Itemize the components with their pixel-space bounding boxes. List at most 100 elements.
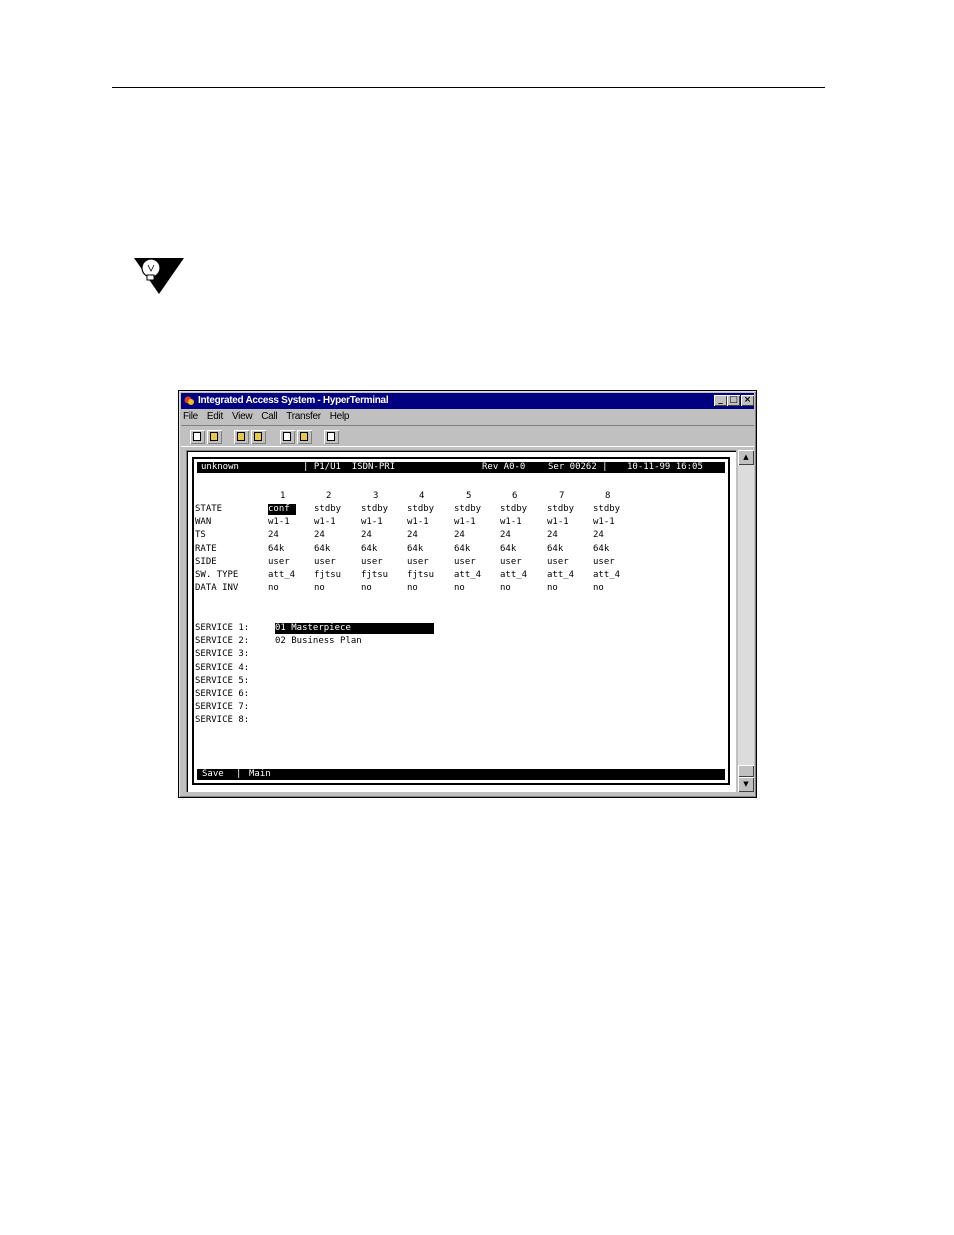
status-name: unknown: [201, 462, 239, 472]
menu-view[interactable]: View: [232, 411, 253, 422]
table-cell: 24: [407, 530, 418, 541]
row-label: WAN: [195, 517, 212, 528]
column-header: 6: [512, 491, 518, 501]
table-cell: w1-1: [547, 517, 569, 528]
table-cell: no: [547, 583, 558, 594]
command-line: Save | Main: [197, 769, 725, 780]
open-icon[interactable]: [207, 430, 222, 444]
table-cell: stdby: [500, 504, 528, 514]
table-cell: stdby: [361, 504, 389, 514]
service-label: SERVICE 6:: [195, 689, 250, 699]
table-cell: no: [407, 583, 418, 594]
service-label: SERVICE 8:: [195, 715, 250, 726]
table-cell: user: [361, 556, 383, 567]
table-cell: user: [500, 556, 522, 567]
menu-call[interactable]: Call: [261, 411, 277, 422]
table-cell: w1-1: [500, 517, 522, 528]
maximize-button[interactable]: □: [727, 395, 740, 406]
row-label: DATA INV: [195, 583, 239, 594]
hyperterminal-window: Integrated Access System - HyperTerminal…: [178, 390, 757, 798]
disconnect-icon[interactable]: [251, 430, 266, 444]
table-cell: no: [593, 583, 604, 594]
scroll-down-icon[interactable]: ▼: [738, 777, 754, 792]
properties-icon[interactable]: [324, 430, 339, 444]
minimize-button[interactable]: _: [714, 395, 727, 406]
app-icon: [184, 396, 194, 405]
status-datetime: 10-11-99 16:05: [627, 462, 703, 472]
table-cell: stdby: [454, 504, 482, 514]
table-cell: att_4: [593, 570, 621, 580]
table-cell: no: [500, 583, 511, 594]
scroll-thumb[interactable]: [738, 765, 754, 777]
close-button[interactable]: ×: [741, 395, 754, 406]
service-label: SERVICE 2:: [195, 636, 250, 647]
table-cell: att_4: [547, 570, 575, 580]
table-cell: w1-1: [268, 517, 290, 528]
table-cell: user: [314, 556, 336, 567]
table-cell: w1-1: [407, 517, 429, 528]
table-cell: w1-1: [454, 517, 476, 528]
row-label: TS: [195, 530, 206, 541]
note-lightbulb-icon: [134, 258, 184, 294]
column-header: 4: [419, 491, 425, 501]
table-cell[interactable]: conf: [268, 504, 296, 515]
table-cell: fjtsu: [407, 570, 435, 580]
title-bar[interactable]: Integrated Access System - HyperTerminal…: [181, 393, 754, 409]
vertical-scrollbar[interactable]: ▲ ▼: [738, 450, 754, 792]
table-cell: stdby: [314, 504, 342, 514]
table-cell: no: [314, 583, 325, 594]
table-cell: no: [454, 583, 465, 594]
menu-file[interactable]: File: [183, 411, 198, 422]
table-cell: stdby: [593, 504, 621, 514]
menu-bar: File Edit View Call Transfer Help: [183, 410, 358, 424]
table-cell: user: [547, 556, 569, 567]
toolbar: [181, 425, 754, 447]
table-cell: fjtsu: [314, 570, 342, 580]
service-value[interactable]: 02 Business Plan: [275, 636, 362, 647]
service-label: SERVICE 5:: [195, 675, 250, 686]
scroll-up-icon[interactable]: ▲: [738, 450, 754, 465]
table-cell: 24: [593, 530, 604, 541]
table-cell: 24: [454, 530, 465, 541]
table-cell: user: [407, 556, 429, 567]
service-value[interactable]: 01 Masterpiece: [275, 623, 434, 634]
status-ser: Ser 00262 |: [548, 462, 608, 472]
send-icon[interactable]: [280, 430, 295, 444]
table-cell: 24: [314, 530, 325, 541]
column-header: 1: [280, 491, 286, 501]
connect-icon[interactable]: [234, 430, 249, 444]
column-header: 7: [559, 491, 565, 501]
column-header: 8: [605, 491, 611, 501]
column-header: 3: [373, 491, 379, 501]
table-cell: user: [268, 556, 290, 567]
receive-icon[interactable]: [297, 430, 312, 444]
table-cell: 24: [361, 530, 372, 541]
table-cell: 24: [268, 530, 279, 541]
service-label: SERVICE 4:: [195, 662, 250, 673]
table-cell: no: [361, 583, 372, 594]
menu-help[interactable]: Help: [330, 411, 350, 422]
status-rev: Rev A0-0: [482, 462, 526, 472]
row-label: SW. TYPE: [195, 570, 239, 580]
table-cell: w1-1: [361, 517, 383, 528]
status-port: | P1/U1 ISDN-PRI: [303, 462, 396, 472]
save-command[interactable]: Save: [202, 769, 224, 780]
table-cell: 64k: [547, 543, 564, 554]
window-title: Integrated Access System - HyperTerminal: [198, 395, 389, 406]
menu-transfer[interactable]: Transfer: [286, 411, 321, 422]
table-cell: no: [268, 583, 279, 594]
menu-edit[interactable]: Edit: [207, 411, 223, 422]
new-icon[interactable]: [190, 430, 205, 444]
row-label: STATE: [195, 504, 223, 514]
table-cell: stdby: [407, 504, 435, 514]
table-cell: 24: [547, 530, 558, 541]
table-cell: att_4: [454, 570, 482, 580]
main-command[interactable]: Main: [249, 769, 271, 780]
table-cell: user: [593, 556, 615, 567]
column-header: 2: [326, 491, 332, 501]
table-cell: 64k: [407, 543, 424, 554]
status-line: unknown | P1/U1 ISDN-PRI Rev A0-0 Ser 00…: [197, 462, 725, 473]
table-cell: 64k: [268, 543, 285, 554]
table-cell: 64k: [361, 543, 378, 554]
terminal-screen[interactable]: unknown | P1/U1 ISDN-PRI Rev A0-0 Ser 00…: [192, 457, 730, 785]
